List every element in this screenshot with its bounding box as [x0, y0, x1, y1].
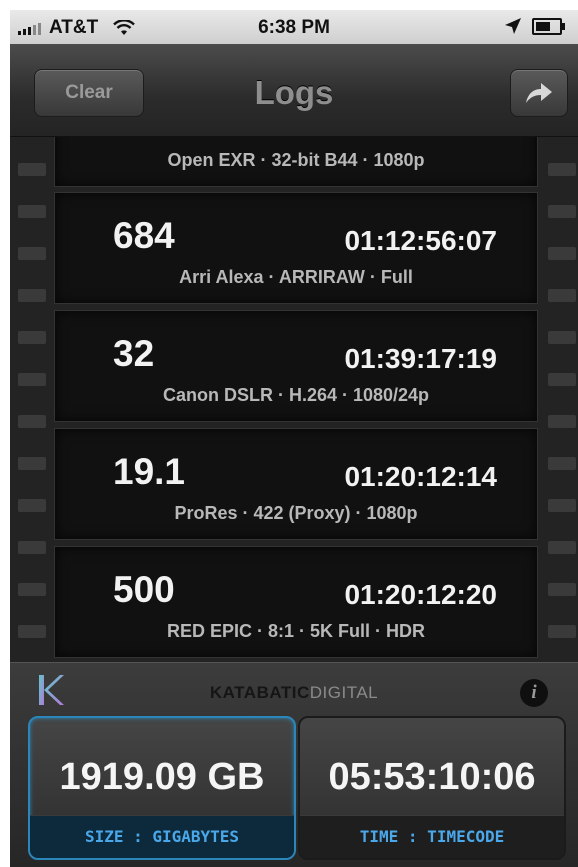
log-description: Open EXR · 32-bit B44 · 1080p	[167, 150, 425, 170]
film-perforation	[18, 457, 46, 470]
size-unit-label: SIZE : GIGABYTES	[30, 815, 294, 858]
log-entry[interactable]: 684 01:12:56:07 Arri Alexa · ARRIRAW · F…	[54, 192, 538, 304]
film-perforation	[18, 163, 46, 176]
log-entry[interactable]: 500 01:20:12:20 RED EPIC · 8:1 · 5K Full…	[54, 546, 538, 658]
log-description: ProRes · 422 (Proxy) · 1080p	[174, 503, 418, 523]
log-timecode: 01:20:12:14	[344, 461, 497, 492]
app-screen: AT&T 6:38 PM Clear Logs Open EXR · 32-bi…	[10, 10, 578, 867]
film-perforation	[548, 583, 576, 596]
log-number: 19.1	[113, 451, 186, 492]
film-perforation	[18, 289, 46, 302]
status-time: 6:38 PM	[258, 17, 330, 38]
film-perforation	[548, 247, 576, 260]
log-list[interactable]: Open EXR · 32-bit B44 · 1080p 684 01:12:…	[10, 137, 578, 677]
film-perforation	[548, 331, 576, 344]
log-entry[interactable]: 32 01:39:17:19 Canon DSLR · H.264 · 1080…	[54, 310, 538, 422]
film-perforation	[18, 373, 46, 386]
time-total-box[interactable]: 05:53:10:06 TIME : TIMECODE	[298, 716, 566, 860]
forward-arrow-icon	[526, 83, 552, 103]
log-number: 684	[113, 215, 175, 256]
size-value: 1919.09 GB	[59, 756, 265, 798]
brand-name-bold: KATABATIC	[209, 683, 310, 702]
log-entry[interactable]: 19.1 01:20:12:14 ProRes · 422 (Proxy) · …	[54, 428, 538, 540]
log-entry[interactable]: Open EXR · 32-bit B44 · 1080p	[54, 137, 538, 187]
film-perforation	[18, 541, 46, 554]
location-arrow-icon	[505, 18, 521, 34]
film-perforation	[18, 499, 46, 512]
film-perforation	[18, 583, 46, 596]
navigation-bar: Clear Logs	[10, 44, 578, 137]
film-perforation	[548, 373, 576, 386]
film-perforation	[18, 331, 46, 344]
share-button[interactable]	[510, 69, 568, 117]
time-value: 05:53:10:06	[328, 756, 536, 798]
log-description: RED EPIC · 8:1 · 5K Full · HDR	[166, 621, 426, 641]
log-number: 32	[113, 333, 155, 374]
log-timecode: 01:39:17:19	[344, 343, 497, 374]
battery-icon	[532, 17, 565, 35]
log-timecode: 01:20:12:20	[344, 579, 497, 610]
log-timecode: 01:12:56:07	[344, 225, 497, 256]
film-perforation	[548, 289, 576, 302]
film-perforation	[548, 415, 576, 428]
film-perforation	[548, 457, 576, 470]
film-perforation	[18, 205, 46, 218]
totals-panel: KATABATICDIGITAL i 1919.09 GB SIZE : GIG…	[10, 662, 578, 867]
film-perforation	[18, 415, 46, 428]
size-total-box[interactable]: 1919.09 GB SIZE : GIGABYTES	[28, 716, 296, 860]
film-perforation	[548, 541, 576, 554]
log-description: Canon DSLR · H.264 · 1080/24p	[162, 385, 430, 405]
film-perforation	[18, 625, 46, 638]
film-perforation	[548, 625, 576, 638]
log-description: Arri Alexa · ARRIRAW · Full	[179, 267, 413, 287]
film-perforation	[548, 499, 576, 512]
log-number: 500	[113, 569, 175, 610]
time-unit-label: TIME : TIMECODE	[300, 815, 564, 858]
film-perforation	[548, 163, 576, 176]
brand-bar: KATABATICDIGITAL i	[10, 663, 578, 715]
brand-name: KATABATICDIGITAL	[10, 683, 578, 703]
info-icon[interactable]: i	[520, 679, 548, 707]
status-right-icons	[504, 17, 565, 35]
film-perforation	[548, 205, 576, 218]
brand-name-light: DIGITAL	[309, 683, 379, 702]
page-title: Logs	[254, 74, 334, 111]
film-perforation	[18, 247, 46, 260]
status-bar: AT&T 6:38 PM	[10, 10, 578, 44]
